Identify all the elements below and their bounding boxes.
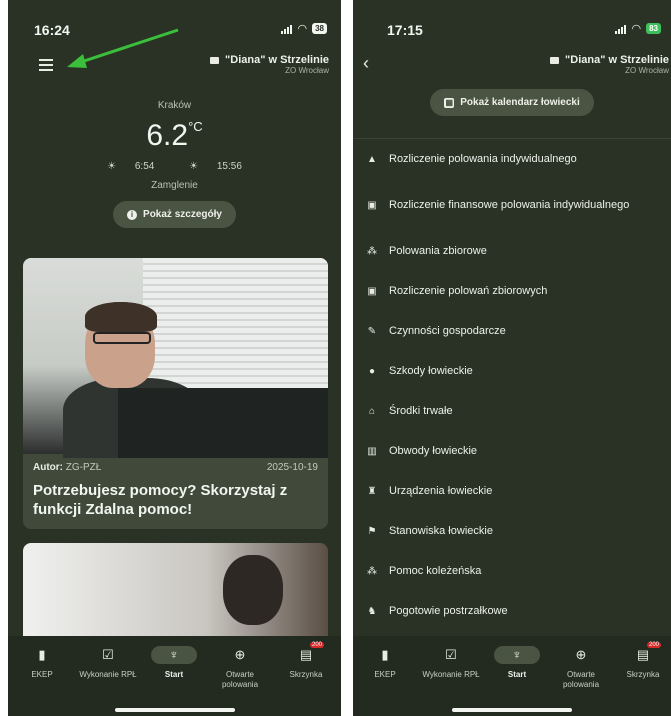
menu-item[interactable]: ♞ Pogotowie postrzałkowe <box>353 591 671 631</box>
tab-wykonanie-rpl[interactable]: ☑ Wykonanie RPŁ <box>76 646 140 680</box>
menu-item[interactable]: ⁂ Pomoc koleżeńska <box>353 551 671 591</box>
finance-icon: ▣ <box>367 199 377 211</box>
calendar-icon: ☑ <box>445 647 457 662</box>
emblem-icon: ♆ <box>151 646 197 664</box>
tab-start[interactable]: ♆ Start <box>485 646 549 680</box>
calendar-icon: ☑ <box>102 647 114 662</box>
tab-otwarte-polowania[interactable]: ⊕ Otwarte polowania <box>208 646 272 690</box>
sunset-icon: ☀ <box>189 161 199 172</box>
menu-screen: 17:15 ◠ 83 ‹ "Diana" w Strzelinie ZO Wro… <box>353 0 671 716</box>
tab-bar: ▮ EKEP ☑ Wykonanie RPŁ ♆ Start ⊕ Otwarte pol… <box>353 636 671 716</box>
battery-icon: 83 <box>646 23 661 34</box>
inbox-icon: ▤ <box>636 647 650 662</box>
menu-item[interactable]: ▲ Rozliczenie polowania indywidualnego <box>353 139 671 179</box>
weather-widget: Kraków 6.2°C ☀ 6:54 ☀ 15:56 Zamglenie i … <box>8 100 341 228</box>
tab-skrzynka[interactable]: ▤ 200 Skrzynka <box>611 642 671 680</box>
inbox-badge: 200 <box>309 642 324 648</box>
finance-icon: ▣ <box>367 285 377 297</box>
tower-icon: ♜ <box>367 485 377 497</box>
info-icon: i <box>127 209 138 220</box>
book-icon: ▮ <box>38 647 46 662</box>
menu-item[interactable]: ⚑ Stanowiska łowieckie <box>353 511 671 551</box>
tab-wykonanie-rpl[interactable]: ☑ Wykonanie RPŁ <box>419 646 483 680</box>
wifi-icon: ◠ <box>631 23 642 35</box>
home-indicator <box>452 708 572 712</box>
home-screen: 16:24 ◠ 38 "Diana" w Strzelinie ZO Wrocł… <box>8 0 341 716</box>
crosshair-icon: ⊕ <box>234 647 246 662</box>
author-label: Autor: <box>33 462 63 473</box>
wifi-icon: ◠ <box>297 23 308 35</box>
club-sub: ZO Wrocław <box>285 66 329 75</box>
status-indicators: ◠ 38 <box>281 22 327 35</box>
news-title: Potrzebujesz pomocy? Skorzystaj z funkcj… <box>33 482 288 518</box>
home-indicator <box>114 708 235 712</box>
weather-temp: 6.2°C <box>146 119 203 152</box>
news-card[interactable]: Autor: ZG-PZŁ 2025-10-19 Potrzebujesz po… <box>23 258 328 529</box>
group-icon: ⁂ <box>367 245 377 257</box>
map-icon: ▥ <box>367 445 377 457</box>
club-selector[interactable]: "Diana" w Strzelinie ZO Wrocław <box>210 54 329 75</box>
side-menu: ▲ Rozliczenie polowania indywidualnego ▣ R… <box>353 138 671 631</box>
tab-bar: ▮ EKEP ☑ Wykonanie RPŁ ♆ Start ⊕ Otwarte pol… <box>8 636 341 716</box>
menu-item[interactable]: ▥ Obwody łowieckie <box>353 431 671 471</box>
green-arrow-icon <box>67 28 179 68</box>
menu-item[interactable]: ● Szkody łowieckie <box>353 351 671 391</box>
tab-ekep[interactable]: ▮ EKEP <box>10 646 74 680</box>
show-details-button[interactable]: i Pokaż szczegóły <box>113 201 236 228</box>
top-bar: ‹ "Diana" w Strzelinie ZO Wrocław <box>353 48 671 84</box>
news-date: 2025-10-19 <box>266 462 318 473</box>
weather-city: Kraków <box>157 100 192 111</box>
sunrise-icon: ☀ <box>107 161 117 172</box>
menu-item[interactable]: ▣ Rozliczenie finansowe polowania indywid… <box>353 179 671 231</box>
tab-skrzynka[interactable]: ▤ 200 Skrzynka <box>274 642 338 680</box>
group-icon: ⁂ <box>367 565 377 577</box>
signal-icon <box>281 24 293 34</box>
menu-item[interactable]: ⁂ Polowania zbiorowe <box>353 231 671 271</box>
status-time: 17:15 <box>387 22 423 38</box>
battery-icon: 38 <box>312 23 327 34</box>
news-author: ZG-PZŁ <box>65 462 102 473</box>
show-calendar-button[interactable]: ▦ Pokaż kalendarz łowiecki <box>430 89 594 116</box>
hamburger-menu-icon[interactable] <box>39 59 53 74</box>
tab-otwarte-polowania[interactable]: ⊕ Otwarte polowania <box>549 646 613 690</box>
sunset-time: 15:56 <box>216 161 242 172</box>
status-indicators: ◠ 83 <box>615 22 661 35</box>
club-name: "Diana" w Strzelinie <box>225 54 329 66</box>
dog-icon: ♞ <box>367 605 377 617</box>
sun-times: ☀ 6:54 ☀ 15:56 <box>8 161 341 172</box>
tab-ekep[interactable]: ▮ EKEP <box>353 646 417 680</box>
club-sub: ZO Wrocław <box>625 66 669 75</box>
show-calendar-label: Pokaż kalendarz łowiecki <box>460 97 580 108</box>
inbox-badge: 200 <box>646 642 661 648</box>
book-icon: ▮ <box>381 647 389 662</box>
back-chevron-icon[interactable]: ‹ <box>363 53 369 74</box>
menu-item[interactable]: ⌂ Środki trwałe <box>353 391 671 431</box>
tab-start[interactable]: ♆ Start <box>142 646 206 680</box>
club-selector[interactable]: "Diana" w Strzelinie ZO Wrocław <box>550 54 669 75</box>
inbox-icon: ▤ <box>299 647 313 662</box>
menu-item[interactable]: ▣ Rozliczenie polowań zbiorowych <box>353 271 671 311</box>
flag-icon: ⚑ <box>367 525 377 537</box>
tools-icon: ✎ <box>367 325 377 337</box>
news-image <box>23 258 328 458</box>
emblem-icon: ♆ <box>494 646 540 664</box>
club-icon <box>550 56 560 64</box>
signal-icon <box>615 24 627 34</box>
calendar-icon: ▦ <box>444 97 455 108</box>
sunrise-time: 6:54 <box>134 161 155 172</box>
club-icon <box>210 56 220 64</box>
alert-icon: ● <box>368 365 376 377</box>
asset-icon: ⌂ <box>368 405 376 417</box>
show-details-label: Pokaż szczegóły <box>143 209 222 220</box>
menu-item[interactable]: ✎ Czynności gospodarcze <box>353 311 671 351</box>
crosshair-icon: ⊕ <box>575 647 587 662</box>
weather-desc: Zamglenie <box>151 180 198 191</box>
status-bar: 17:15 ◠ 83 <box>353 0 671 44</box>
news-card-2-image[interactable] <box>23 543 328 643</box>
menu-item[interactable]: ♜ Urządzenia łowieckie <box>353 471 671 511</box>
person-icon: ▲ <box>367 153 377 165</box>
club-name: "Diana" w Strzelinie <box>565 54 669 66</box>
